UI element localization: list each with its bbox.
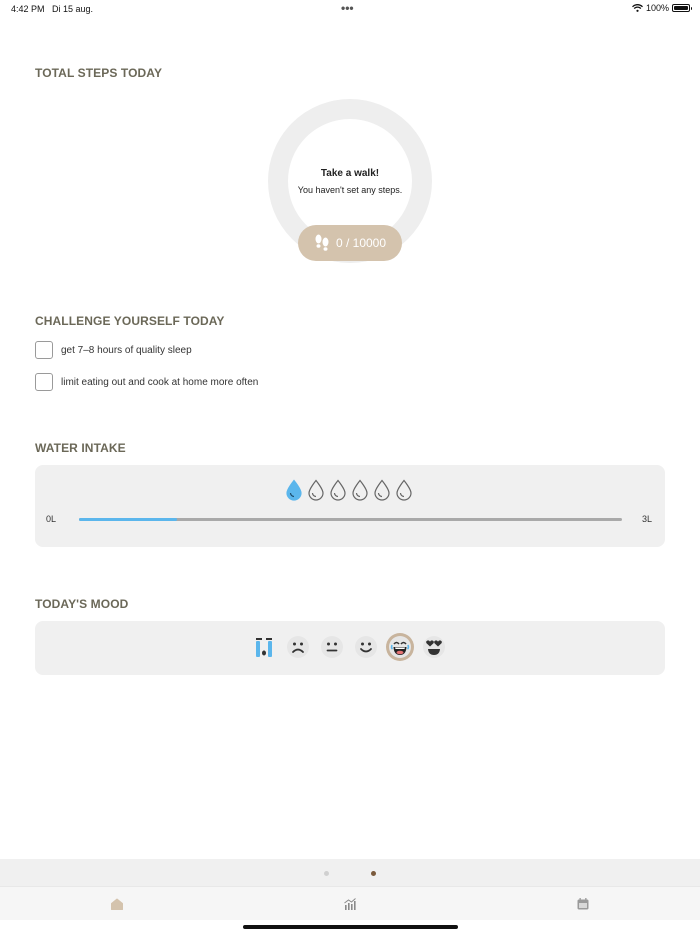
tab-bar <box>0 886 700 920</box>
water-drop-filled-icon[interactable] <box>285 479 303 501</box>
heart-eyes-face-icon[interactable] <box>420 633 448 661</box>
water-drop-empty-icon[interactable] <box>373 479 391 501</box>
mood-section-title: TODAY'S MOOD <box>35 597 129 611</box>
laughing-face-icon[interactable] <box>386 633 414 661</box>
challenge-item-cooking[interactable]: limit eating out and cook at home more o… <box>35 373 258 391</box>
crying-face-icon[interactable] <box>250 633 278 661</box>
challenge-label: get 7–8 hours of quality sleep <box>61 344 192 356</box>
smiling-face-icon[interactable] <box>352 633 380 661</box>
water-drop-empty-icon[interactable] <box>329 479 347 501</box>
water-drops <box>285 479 413 501</box>
water-card <box>35 465 665 547</box>
battery-icon <box>672 4 692 12</box>
water-slider[interactable] <box>79 518 622 521</box>
multitasking-dots[interactable]: ••• <box>341 1 354 15</box>
calendar-icon[interactable] <box>576 897 590 911</box>
steps-section-title: TOTAL STEPS TODAY <box>35 66 163 80</box>
water-slider-fill <box>79 518 177 521</box>
stats-icon[interactable] <box>343 897 357 911</box>
status-time: 4:42 PM <box>11 4 45 14</box>
page-dot[interactable] <box>371 871 376 876</box>
challenge-label: limit eating out and cook at home more o… <box>61 376 259 388</box>
page-indicator <box>0 859 700 886</box>
water-min-label: 0L <box>46 514 57 524</box>
status-date: Di 15 aug. <box>52 4 94 14</box>
water-drop-empty-icon[interactable] <box>395 479 413 501</box>
mood-options <box>250 633 448 661</box>
water-max-label: 3L <box>642 514 653 524</box>
page-dot[interactable] <box>324 871 329 876</box>
steps-count-label: 0 / 10000 <box>335 236 387 250</box>
challenge-item-sleep[interactable]: get 7–8 hours of quality sleep <box>35 341 192 359</box>
challenge-checkbox[interactable] <box>35 373 53 391</box>
water-drop-empty-icon[interactable] <box>307 479 325 501</box>
steps-ring-subtitle: You haven't set any steps. <box>297 185 403 195</box>
water-section-title: WATER INTAKE <box>35 441 126 455</box>
wifi-icon <box>632 4 643 12</box>
footprints-icon <box>315 234 329 251</box>
challenges-section-title: CHALLENGE YOURSELF TODAY <box>35 314 225 328</box>
battery-percent: 100% <box>645 3 669 13</box>
home-icon[interactable] <box>110 897 124 911</box>
challenge-checkbox[interactable] <box>35 341 53 359</box>
steps-ring-title: Take a walk! <box>320 168 380 179</box>
frowning-face-icon[interactable] <box>284 633 312 661</box>
steps-count-button[interactable]: 0 / 10000 <box>298 225 402 261</box>
water-drop-empty-icon[interactable] <box>351 479 369 501</box>
home-indicator[interactable] <box>243 925 458 929</box>
status-right: 100% <box>632 3 692 13</box>
neutral-face-icon[interactable] <box>318 633 346 661</box>
status-bar: 4:42 PM Di 15 aug. ••• 100% <box>0 0 700 18</box>
